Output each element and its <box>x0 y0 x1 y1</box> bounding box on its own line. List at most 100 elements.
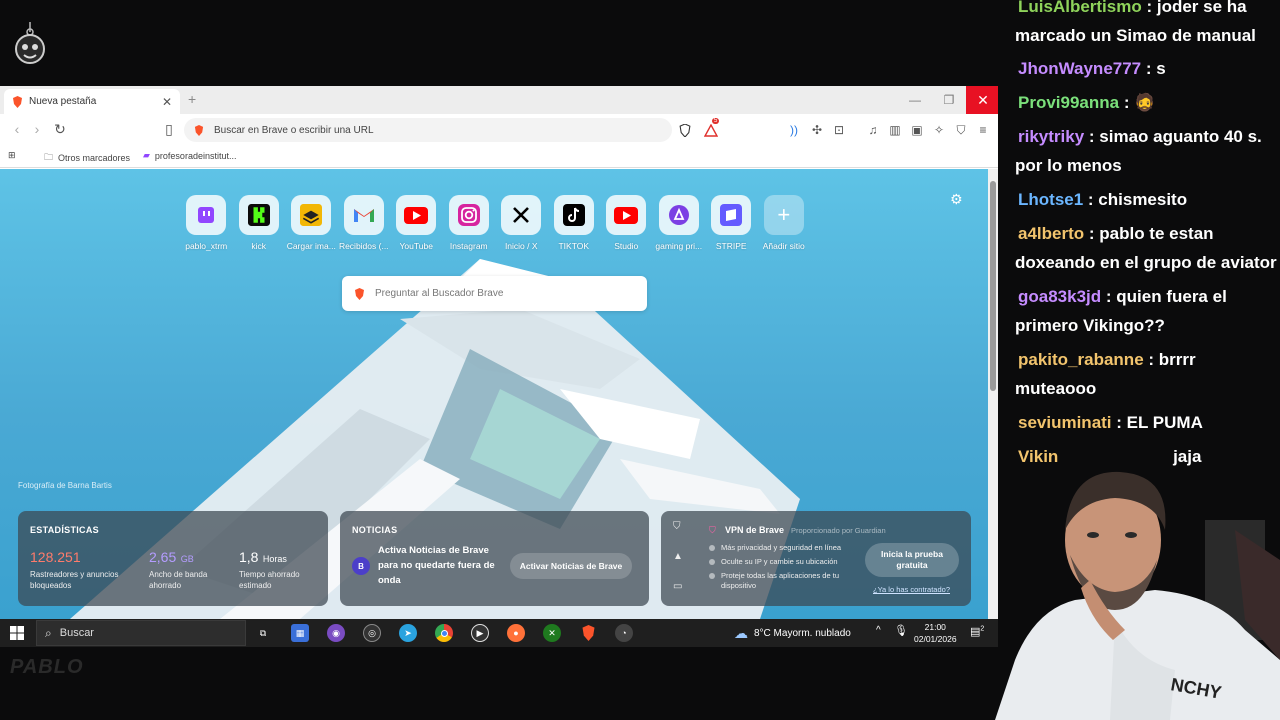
bookmarks-bar: ⊞ 🗀 Otros marcadores ▰ profesoradeinstit… <box>0 146 998 168</box>
top-site-twitch[interactable]: pablo_xtrm <box>180 195 233 251</box>
gmail-icon <box>353 209 374 222</box>
stream-logo-icon <box>15 22 45 64</box>
window-close-button[interactable]: ✕ <box>966 86 998 114</box>
forward-icon[interactable]: › <box>28 121 46 137</box>
twitch-icon: ▰ <box>143 150 150 160</box>
vpn-shield-icon[interactable]: ⛉ <box>673 521 681 532</box>
top-site-gmail[interactable]: Recibidos (... <box>338 195 391 251</box>
task-view-icon[interactable]: ⧉ <box>254 624 272 642</box>
chrome-icon[interactable] <box>435 624 453 642</box>
media-icon[interactable]: ♫ <box>865 122 881 138</box>
chat-username: rikytriky <box>1018 127 1085 146</box>
xbox-icon[interactable]: ✕ <box>543 624 561 642</box>
obs-icon[interactable]: ◎ <box>363 624 381 642</box>
layers-icon <box>300 204 323 226</box>
store-icon[interactable]: ▦ <box>291 624 309 642</box>
enable-news-button[interactable]: Activar Noticias de Brave <box>510 553 632 579</box>
news-promo-text: Activa Noticias de Brave para no quedart… <box>378 545 495 586</box>
brave-news-logo-icon: B <box>352 557 370 575</box>
plus-icon: + <box>777 202 791 227</box>
brave-rewards-icon[interactable]: 5 <box>703 118 720 138</box>
reader-mode-icon[interactable]: ⊡ <box>831 122 847 138</box>
top-site-gaming[interactable]: gaming pri... <box>653 195 706 251</box>
search-icon: ⌕ <box>45 625 52 640</box>
top-site-x[interactable]: Inicio / X <box>495 195 548 251</box>
discord-icon[interactable]: ◉ <box>327 624 345 642</box>
rewards-badge: 5 <box>712 118 720 124</box>
stat-desc: Ancho de banda ahorrado <box>149 570 208 590</box>
vpn-feature: Proteje todas las aplicaciones de tu dis… <box>709 571 869 591</box>
wallet-card-icon[interactable]: ▭ <box>673 581 682 592</box>
windows-start-icon[interactable] <box>10 626 24 640</box>
top-site-instagram[interactable]: Instagram <box>443 195 496 251</box>
top-site-add[interactable]: + Añadir sitio <box>758 195 811 251</box>
cloud-sun-icon: ☁ <box>734 625 748 641</box>
customize-gear-icon[interactable]: ⚙ <box>950 191 963 208</box>
top-site-stripe[interactable]: STRIPE <box>705 195 758 251</box>
chevron-up-icon[interactable]: ^ <box>876 625 881 636</box>
top-site-studio[interactable]: Studio <box>600 195 653 251</box>
scroll-thumb[interactable] <box>990 181 996 391</box>
vpn-icon[interactable]: ⛉ <box>953 122 969 138</box>
app-icon[interactable]: ◔ <box>615 624 633 642</box>
top-site-tiktok[interactable]: TIKTOK <box>548 195 601 251</box>
top-site-label: kick <box>251 241 267 251</box>
taskbar-weather[interactable]: ☁ 8°C Mayorm. nublado <box>734 625 851 642</box>
speed-reader-icon[interactable]: )) <box>786 122 802 138</box>
back-icon[interactable]: ‹ <box>8 121 26 137</box>
media-player-icon[interactable]: ▶ <box>471 624 489 642</box>
windows-taskbar: ⌕ Buscar ⧉ ▦ ◉ ◎ ➤ ▶ ● ✕ ◔ ☁ 8°C Mayorm.… <box>0 619 998 647</box>
address-bar[interactable]: Buscar en Brave o escribir una URL <box>184 118 672 142</box>
top-site-kick[interactable]: kick <box>233 195 286 251</box>
brave-search-input[interactable]: Preguntar al Buscador Brave <box>342 276 647 311</box>
notification-icon[interactable]: ▤2 <box>970 625 984 638</box>
reload-icon[interactable]: ↻ <box>51 121 69 138</box>
rewards-triangle-icon[interactable]: ▲ <box>673 551 683 562</box>
sidebar-icon[interactable]: ▥ <box>887 122 903 138</box>
youtube-studio-icon <box>614 206 639 224</box>
news-heading: NOTICIAS <box>352 525 398 535</box>
wallet-icon[interactable]: ▣ <box>909 122 925 138</box>
brave-shields-icon[interactable] <box>677 122 693 138</box>
bookmark-icon[interactable]: ▯ <box>160 121 178 138</box>
new-tab-page: pablo_xtrm kick Cargar ima... Recibidos … <box>0 169 988 619</box>
bookmark-profesora[interactable]: ▰ profesoradeinstitut... <box>143 150 236 161</box>
telegram-icon[interactable]: ➤ <box>399 624 417 642</box>
top-site-youtube[interactable]: YouTube <box>390 195 443 251</box>
new-tab-button[interactable]: + <box>188 91 196 107</box>
chat-username: Lhotse1 <box>1018 190 1084 209</box>
top-site-label: Instagram <box>449 241 488 251</box>
leo-ai-icon[interactable]: ✧ <box>931 122 947 138</box>
top-site-label: TIKTOK <box>558 241 590 251</box>
photo-credit[interactable]: Fotografía de Barna Bartis <box>18 481 112 490</box>
minimize-button[interactable]: — <box>898 86 932 114</box>
bookmark-label: Otros marcadores <box>58 153 131 163</box>
taskbar-search[interactable]: ⌕ Buscar <box>36 620 246 646</box>
stats-heading: ESTADÍSTICAS <box>30 525 99 535</box>
brave-taskbar-icon[interactable] <box>579 624 597 642</box>
apps-icon[interactable]: ⊞ <box>8 150 16 161</box>
chat-username: Provi99anna <box>1018 93 1120 112</box>
microphone-icon[interactable]: 🎙 <box>894 624 908 637</box>
top-site-label: Añadir sitio <box>762 241 805 251</box>
chat-text: s <box>1156 59 1166 78</box>
vpn-already-link[interactable]: ¿Ya lo has contratado? <box>873 585 950 594</box>
stream-layout: Nueva pestaña ✕ + — ❐ ✕ ‹ › ↻ ▯ Buscar e… <box>0 0 1280 720</box>
taskbar-clock[interactable]: 21:00 02/01/2026 <box>914 621 957 645</box>
tab-new-tab[interactable]: Nueva pestaña ✕ <box>4 89 180 114</box>
maximize-button[interactable]: ❐ <box>932 86 966 114</box>
tab-close-icon[interactable]: ✕ <box>162 95 172 109</box>
top-site-cargar-imagen[interactable]: Cargar ima... <box>285 195 338 251</box>
vpn-provider: Proporcionado por Guardian <box>791 526 886 535</box>
chat-message: a4lberto : pablo te estan doxeando en el… <box>1015 224 1277 272</box>
extensions-icon[interactable]: ✣ <box>809 122 825 138</box>
bookmark-folder-otros[interactable]: 🗀 Otros marcadores <box>44 150 130 166</box>
folder-icon: 🗀 <box>44 152 54 162</box>
kick-icon <box>247 204 270 226</box>
chat-message: LuisAlbertismo : joder se ha marcado un … <box>1005 0 1280 50</box>
stat-time: 1,8 Horas Tiempo ahorrado estimado <box>239 549 319 591</box>
chat-message: Provi99anna : 🧔 <box>1018 93 1156 112</box>
menu-icon[interactable]: ≡ <box>975 122 991 138</box>
firefox-icon[interactable]: ● <box>507 624 525 642</box>
vpn-trial-button[interactable]: Inicia la prueba gratuita <box>865 543 959 577</box>
